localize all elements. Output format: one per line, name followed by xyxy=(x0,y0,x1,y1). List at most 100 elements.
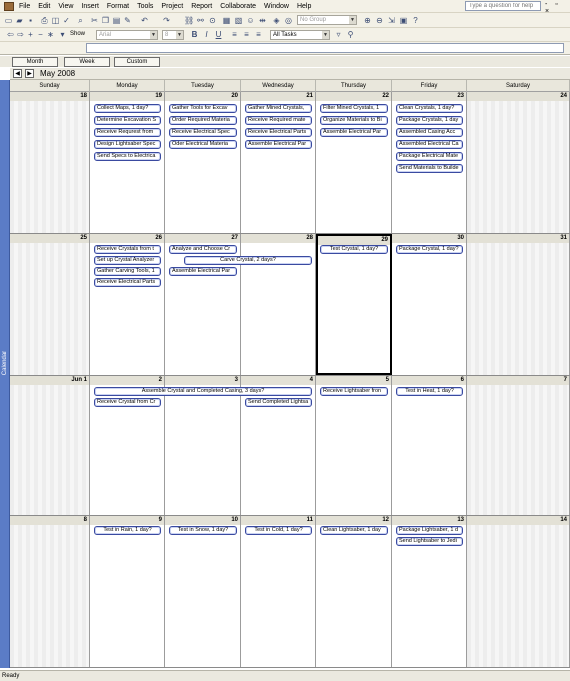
previous-month-button[interactable]: ◀ xyxy=(13,69,22,78)
menu-window[interactable]: Window xyxy=(261,1,292,12)
next-month-button[interactable]: ▶ xyxy=(25,69,34,78)
new-icon[interactable]: ▭ xyxy=(4,16,13,25)
menu-file[interactable]: File xyxy=(16,1,33,12)
menu-insert[interactable]: Insert xyxy=(78,1,102,12)
task-bar[interactable]: Test in Cold, 1 day? xyxy=(245,526,312,535)
task-bar[interactable]: Clean Lightsaber, 1 day xyxy=(320,526,388,535)
task-bar-multiday[interactable]: Carve Crystal, 2 days? xyxy=(184,256,312,265)
menu-edit[interactable]: Edit xyxy=(35,1,53,12)
day-cell[interactable]: 6 Test in Heat, 1 day? xyxy=(392,376,467,515)
task-bar[interactable]: Assembled Casing Acc xyxy=(396,128,463,137)
link-tasks-icon[interactable]: ∗ xyxy=(46,30,55,39)
show-subtasks-icon[interactable]: + xyxy=(26,30,35,39)
day-cell[interactable]: 20 Gather Tools for Excav Order Required… xyxy=(165,92,241,233)
copy-picture-icon[interactable]: ▣ xyxy=(399,16,408,25)
font-combo[interactable]: Arial ▼ xyxy=(96,30,158,40)
task-bar[interactable]: Package Electrical Mate xyxy=(396,152,463,161)
tab-month[interactable]: Month xyxy=(12,57,58,67)
cut-icon[interactable]: ✂ xyxy=(90,16,99,25)
task-notes-icon[interactable]: ▧ xyxy=(234,16,243,25)
show-dropdown[interactable]: Show xyxy=(70,30,85,39)
day-cell[interactable]: 23 Clean Crystals, 1 day? Package Crysta… xyxy=(392,92,467,233)
spelling-icon[interactable]: ✓ xyxy=(62,16,71,25)
task-bar[interactable]: Send Lightsaber to Jedi xyxy=(396,537,463,546)
help-icon[interactable]: ? xyxy=(411,16,420,25)
link-icon[interactable]: ⛓ xyxy=(184,16,194,25)
font-size-combo[interactable]: 8 ▼ xyxy=(162,30,184,40)
task-bar[interactable]: Order Required Materia xyxy=(169,116,237,125)
menu-format[interactable]: Format xyxy=(104,1,132,12)
hyperlink-icon[interactable]: ⊙ xyxy=(208,16,217,25)
unlink-icon[interactable]: ⚯ xyxy=(196,16,205,25)
group-by-combo[interactable]: No Group ▼ xyxy=(297,15,357,25)
menu-view[interactable]: View xyxy=(55,1,76,12)
day-cell[interactable]: 11 Test in Cold, 1 day? xyxy=(241,516,316,667)
task-bar[interactable]: Set up Crystal Analyzer xyxy=(94,256,161,265)
indent-icon[interactable]: ⇨ xyxy=(16,30,25,39)
hide-subtasks-icon[interactable]: − xyxy=(36,30,45,39)
task-bar[interactable]: Package Lightsaber, 1 d xyxy=(396,526,463,535)
menu-project[interactable]: Project xyxy=(158,1,186,12)
day-cell[interactable]: 21 Gather Mined Crystals, Receive Requir… xyxy=(241,92,316,233)
align-center-icon[interactable]: ≡ xyxy=(242,30,251,39)
task-bar[interactable]: Receive Electrical Spec xyxy=(169,128,237,137)
align-left-icon[interactable]: ≡ xyxy=(230,30,239,39)
task-bar[interactable]: Receive Required mate xyxy=(245,116,312,125)
copy-icon[interactable]: ❐ xyxy=(101,16,110,25)
task-bar[interactable]: Assemble Electrical Par xyxy=(245,140,312,149)
menu-help[interactable]: Help xyxy=(294,1,314,12)
task-bar[interactable]: Receive Crystal from Cr xyxy=(94,398,161,407)
task-bar[interactable]: Package Crystals, 1 day xyxy=(396,116,463,125)
day-cell[interactable]: 5 Receive Lightsaber fron xyxy=(316,376,392,515)
day-cell[interactable]: 13 Package Lightsaber, 1 d Send Lightsab… xyxy=(392,516,467,667)
task-bar[interactable]: Oder Electrical Materia xyxy=(169,140,237,149)
menu-report[interactable]: Report xyxy=(188,1,215,12)
filter-combo[interactable]: All Tasks ▼ xyxy=(270,30,330,40)
day-cell[interactable]: 18 xyxy=(10,92,90,233)
paste-icon[interactable]: ▤ xyxy=(112,16,121,25)
day-cell[interactable]: 31 xyxy=(467,234,570,375)
day-cell[interactable]: 3 xyxy=(165,376,241,515)
day-cell[interactable]: 22 Filter Mined Crystals, 1 Organize Mat… xyxy=(316,92,392,233)
day-cell[interactable]: 26 Receive Crystals from t Set up Crysta… xyxy=(90,234,165,375)
task-bar[interactable]: Collect Maps, 1 day? xyxy=(94,104,161,113)
zoom-in-icon[interactable]: ⊕ xyxy=(363,16,372,25)
app-icon[interactable] xyxy=(4,1,14,11)
menu-collaborate[interactable]: Collaborate xyxy=(217,1,259,12)
outdent-icon[interactable]: ⇦ xyxy=(6,30,15,39)
redo-icon[interactable]: ↷ xyxy=(162,16,171,25)
format-painter-icon[interactable]: ✎ xyxy=(123,16,132,25)
day-cell-today[interactable]: 29 Test Crystal, 1 day? xyxy=(316,234,392,375)
task-bar[interactable]: Analyze and Choose Cr xyxy=(169,245,237,254)
split-task-icon[interactable]: ⇹ xyxy=(258,16,267,25)
task-bar[interactable]: Assemble Electrical Par xyxy=(169,267,237,276)
print-icon[interactable]: ⎙ xyxy=(40,16,49,25)
task-bar[interactable]: Test in Heat, 1 day? xyxy=(396,387,463,396)
help-search-input[interactable] xyxy=(465,1,541,11)
day-cell[interactable]: 10 Test in Snow, 1 day? xyxy=(165,516,241,667)
task-bar[interactable]: Receive Electrical Parts xyxy=(94,278,161,287)
entry-field[interactable] xyxy=(86,43,564,53)
day-cell[interactable]: Jun 1 xyxy=(10,376,90,515)
tab-week[interactable]: Week xyxy=(64,57,110,67)
task-bar[interactable]: Design Lightsaber Spec xyxy=(94,140,161,149)
autofilter-icon[interactable]: ▿ xyxy=(334,30,343,39)
day-cell[interactable]: 25 xyxy=(10,234,90,375)
day-cell[interactable]: 30 Package Crystal, 1 day? xyxy=(392,234,467,375)
italic-button[interactable]: I xyxy=(202,30,211,39)
bold-button[interactable]: B xyxy=(190,30,199,39)
task-bar[interactable]: Receive Electrical Parts xyxy=(245,128,312,137)
task-bar[interactable]: Organize Materials to Bi xyxy=(320,116,388,125)
day-cell[interactable]: 8 xyxy=(10,516,90,667)
task-bar[interactable]: Clean Crystals, 1 day? xyxy=(396,104,463,113)
task-bar[interactable]: Test in Rain, 1 day? xyxy=(94,526,161,535)
zoom-out-icon[interactable]: ⊖ xyxy=(375,16,384,25)
research-icon[interactable]: ⌕ xyxy=(76,16,85,25)
task-bar[interactable]: Gather Carving Tools, 1 xyxy=(94,267,161,276)
day-cell[interactable]: 19 Collect Maps, 1 day? Determine Excava… xyxy=(90,92,165,233)
task-bar-multiday[interactable]: Assemble Crystal and Completed Casing, 3… xyxy=(94,387,312,396)
task-info-icon[interactable]: ▦ xyxy=(222,16,231,25)
task-bar[interactable]: Receive Lightsaber fron xyxy=(320,387,388,396)
task-bar[interactable]: Test Crystal, 1 day? xyxy=(320,245,388,254)
task-bar[interactable]: Receive Crystals from t xyxy=(94,245,161,254)
